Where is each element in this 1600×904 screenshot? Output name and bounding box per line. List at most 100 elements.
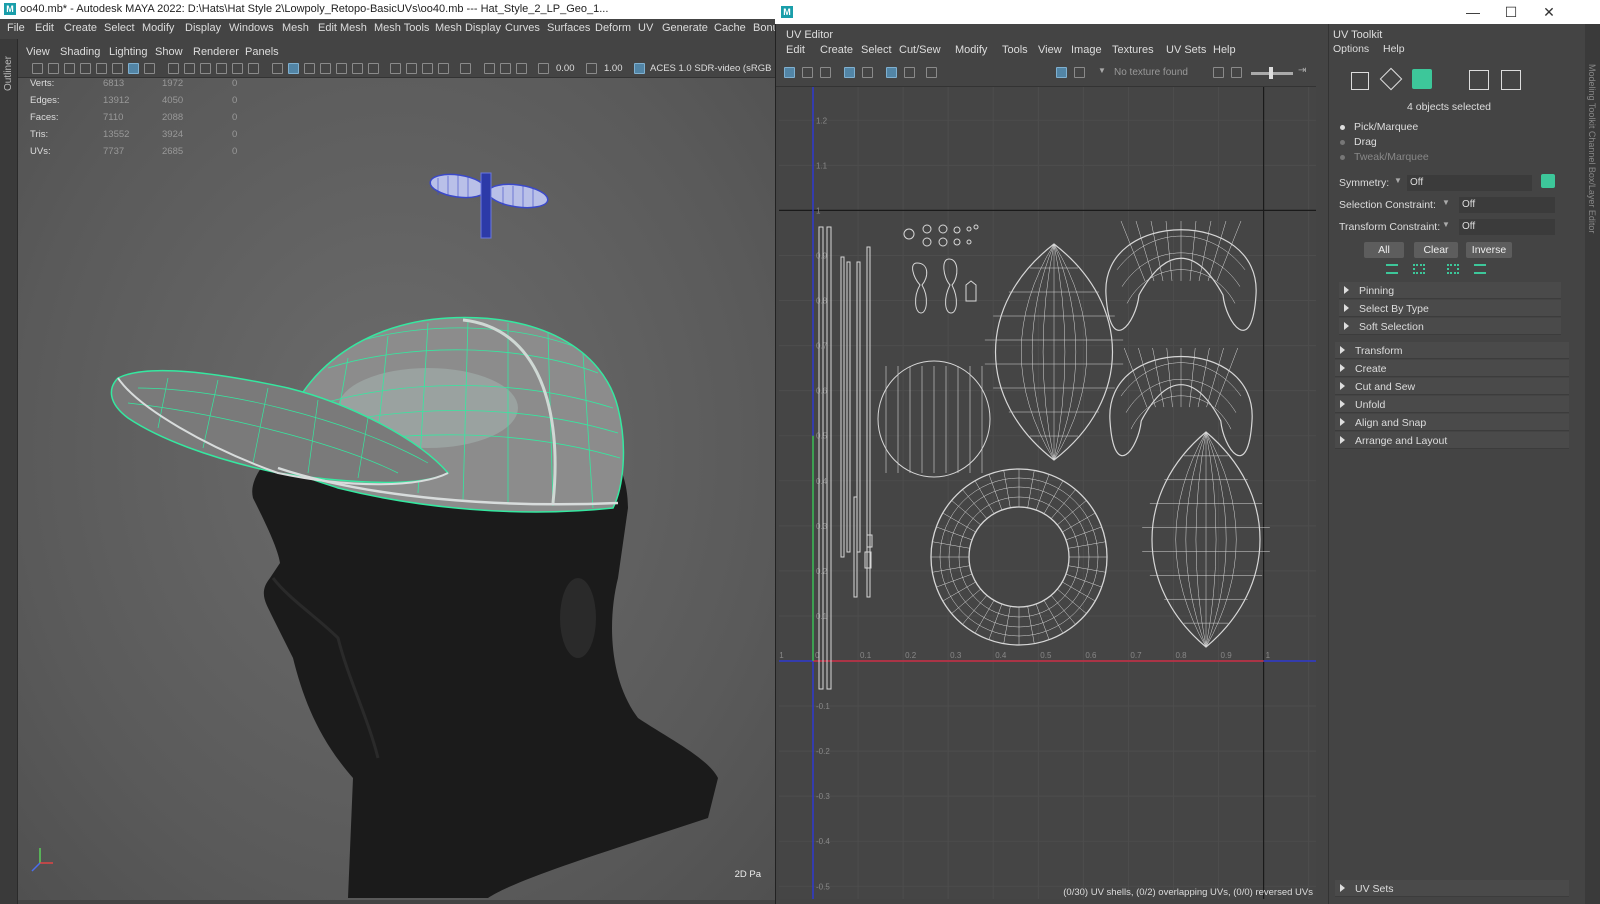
uv-canvas[interactable]: -0.100.10.20.30.40.50.60.70.80.911.21.11… <box>779 87 1316 899</box>
menu-generate[interactable]: Generate <box>662 22 708 34</box>
menu-mesh[interactable]: Mesh <box>282 22 309 34</box>
menu-deform[interactable]: Deform <box>595 22 631 34</box>
2d-pan-icon[interactable] <box>96 63 107 74</box>
isolate-select-icon[interactable] <box>288 63 299 74</box>
ambient-occlusion-icon[interactable] <box>304 63 315 74</box>
exposure-icon[interactable] <box>390 63 401 74</box>
outliner-strip[interactable]: Outliner <box>0 39 18 904</box>
section-uv-sets[interactable]: UV Sets <box>1335 880 1569 897</box>
uv-dim-image-icon[interactable] <box>1074 67 1085 78</box>
grid-toggle-icon[interactable] <box>128 63 139 74</box>
radio-drag[interactable] <box>1340 140 1345 145</box>
expand-toolbar-icon[interactable]: ⇥ <box>1298 65 1306 76</box>
uv-menu-cutsew[interactable]: Cut/Sew <box>899 44 941 56</box>
chevron-down-icon[interactable]: ▼ <box>1098 66 1106 75</box>
uv-snapshot-icon[interactable] <box>784 67 795 78</box>
uv-grid-icon[interactable] <box>886 67 897 78</box>
uv-exposure-icon[interactable] <box>1213 67 1224 78</box>
close-button[interactable]: ✕ <box>1539 4 1559 21</box>
vp-menu-lighting[interactable]: Lighting <box>109 46 148 58</box>
exposure-value[interactable]: 0.00 <box>556 63 575 74</box>
menu-mesh-display[interactable]: Mesh Display <box>435 22 501 34</box>
uv-mode-icon[interactable] <box>1501 70 1521 90</box>
maximize-button[interactable]: ☐ <box>1501 4 1521 21</box>
section-select-by-type[interactable]: Select By Type <box>1339 300 1561 317</box>
uv-menu-textures[interactable]: Textures <box>1112 44 1154 56</box>
uv-distortion-icon[interactable] <box>820 67 831 78</box>
motion-blur-icon[interactable] <box>352 63 363 74</box>
section-soft-selection[interactable]: Soft Selection <box>1339 318 1561 335</box>
uv-menu-image[interactable]: Image <box>1071 44 1102 56</box>
select-camera-icon[interactable] <box>32 63 43 74</box>
menu-file[interactable]: File <box>7 22 25 34</box>
textured-icon[interactable] <box>216 63 227 74</box>
vp-menu-renderer[interactable]: Renderer <box>193 46 239 58</box>
vertex-mode-icon[interactable] <box>1351 72 1369 90</box>
uv-checker-icon[interactable] <box>844 67 855 78</box>
uv-color-icon[interactable] <box>1231 67 1242 78</box>
section-align-and-snap[interactable]: Align and Snap <box>1335 414 1569 431</box>
pick-marquee-label[interactable]: Pick/Marquee <box>1354 121 1418 133</box>
colorspace-value[interactable]: ACES 1.0 SDR-video (sRGB <box>650 63 771 74</box>
selection-constraint-field[interactable]: Off <box>1459 197 1555 213</box>
uv-menu-uvsets[interactable]: UV Sets <box>1166 44 1206 56</box>
menu-edit[interactable]: Edit <box>35 22 54 34</box>
camera-attributes-icon[interactable] <box>48 63 59 74</box>
lights-icon[interactable] <box>232 63 243 74</box>
select-all-button[interactable]: All <box>1364 242 1404 258</box>
uv-camera-icon[interactable] <box>926 67 937 78</box>
gamma-icon[interactable] <box>406 63 417 74</box>
chevron-down-icon[interactable]: ▼ <box>1442 198 1450 207</box>
3d-viewport[interactable]: 2D Pa <box>18 78 775 900</box>
uv-slider-handle[interactable] <box>1269 67 1273 79</box>
smooth-shade-icon[interactable] <box>184 63 195 74</box>
viewport-scene[interactable] <box>18 78 775 900</box>
uv-menu-edit[interactable]: Edit <box>786 44 805 56</box>
gamma-reset-icon[interactable] <box>586 63 597 74</box>
uv-menu-view[interactable]: View <box>1038 44 1062 56</box>
menu-edit-mesh[interactable]: Edit Mesh <box>318 22 367 34</box>
vp-menu-panels[interactable]: Panels <box>245 46 279 58</box>
toolkit-menu-options[interactable]: Options <box>1333 43 1369 55</box>
uv-pixel-snap-icon[interactable] <box>904 67 915 78</box>
xray-icon[interactable] <box>272 63 283 74</box>
uv-border-icon[interactable] <box>862 67 873 78</box>
section-unfold[interactable]: Unfold <box>1335 396 1569 413</box>
section-arrange-and-layout[interactable]: Arrange and Layout <box>1335 432 1569 449</box>
drag-label[interactable]: Drag <box>1354 136 1377 148</box>
section-create[interactable]: Create <box>1335 360 1569 377</box>
anti-aliasing-icon[interactable] <box>320 63 331 74</box>
vp-menu-show[interactable]: Show <box>155 46 183 58</box>
bookmark-icon[interactable] <box>64 63 75 74</box>
menu-curves[interactable]: Curves <box>505 22 540 34</box>
menu-create[interactable]: Create <box>64 22 97 34</box>
chevron-down-icon[interactable]: ▼ <box>1394 176 1402 185</box>
menu-display[interactable]: Display <box>185 22 221 34</box>
exposure-reset-icon[interactable] <box>538 63 549 74</box>
select-border-icon[interactable] <box>1474 264 1486 274</box>
menu-mesh-tools[interactable]: Mesh Tools <box>374 22 429 34</box>
uv-menu-tools[interactable]: Tools <box>1002 44 1028 56</box>
toolkit-menu-help[interactable]: Help <box>1383 43 1405 55</box>
menu-cache[interactable]: Cache <box>714 22 746 34</box>
uv-menu-select[interactable]: Select <box>861 44 892 56</box>
menu-windows[interactable]: Windows <box>229 22 274 34</box>
side-panel-strip[interactable]: Modeling Toolkit Channel Box/Layer Edito… <box>1585 24 1600 904</box>
symmetry-field[interactable]: Off <box>1407 175 1532 191</box>
color-mgmt-icon[interactable] <box>484 63 495 74</box>
face-mode-icon[interactable] <box>1412 69 1432 89</box>
uv-image-display-icon[interactable] <box>1056 67 1067 78</box>
resolution-gate-icon[interactable] <box>438 63 449 74</box>
frame-all-icon[interactable] <box>516 63 527 74</box>
section-cut-and-sew[interactable]: Cut and Sew <box>1335 378 1569 395</box>
pan-zoom-icon[interactable] <box>500 63 511 74</box>
tweak-marquee-label[interactable]: Tweak/Marquee <box>1354 151 1429 163</box>
chevron-down-icon[interactable]: ▼ <box>1442 220 1450 229</box>
screen-space-icon[interactable] <box>368 63 379 74</box>
uv-texture-space[interactable]: -0.100.10.20.30.40.50.60.70.80.911.21.11… <box>779 87 1316 899</box>
select-shell-icon[interactable] <box>1447 264 1459 274</box>
menu-select[interactable]: Select <box>104 22 135 34</box>
depth-of-field-icon[interactable] <box>336 63 347 74</box>
grease-pencil-icon[interactable] <box>112 63 123 74</box>
uv-shell-icon[interactable] <box>1469 70 1489 90</box>
